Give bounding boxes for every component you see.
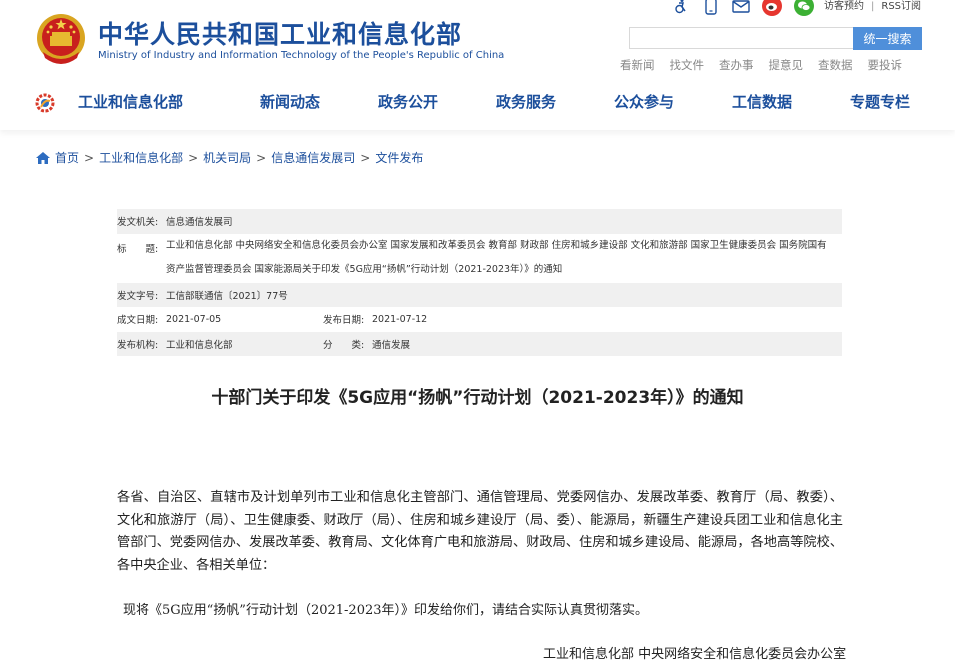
nav-item-ministry[interactable]: 工业和信息化部 [78,91,239,112]
quick-link-services[interactable]: 查办事 [719,57,754,73]
search-input[interactable] [629,27,853,49]
quick-link-complaint[interactable]: 要投诉 [868,57,903,73]
meta-title-line1: 工业和信息化部 中央网络安全和信息化委员会办公室 国家发展和改革委员会 教育部 … [166,239,827,251]
site-header: 中华人民共和国工业和信息化部 Ministry of Industry and … [0,0,955,130]
nav-item-gov-services[interactable]: 政务服务 [496,91,614,112]
meta-label: 发布日期: [323,315,365,327]
nav-item-gov-info[interactable]: 政务公开 [378,91,496,112]
quick-link-files[interactable]: 找文件 [670,57,705,73]
gear-logo-icon[interactable] [34,92,56,114]
meta-issuer: 信息通信发展司 [166,217,233,229]
meta-row-dates: 成文日期: 2021-07-05 发布日期: 2021-07-12 [117,307,842,332]
meta-label: 分 类: [323,339,365,351]
main-nav: 工业和信息化部 新闻动态 政务公开 政务服务 公众参与 工信数据 专题专栏 [78,91,910,112]
top-links: 访客预约 | RSS订阅 [824,0,921,12]
breadcrumb-separator: > [360,150,371,165]
weibo-icon[interactable] [762,0,782,16]
document-metadata: 发文机关: 信息通信发展司 标 题: 工业和信息化部 中央网络安全和信息化委员会… [117,209,842,356]
mobile-icon[interactable] [702,0,720,15]
breadcrumb-home[interactable]: 首页 [55,149,79,166]
meta-doc-no: 工信部联通信〔2021〕77号 [166,290,288,302]
search-button[interactable]: 统一搜索 [853,27,922,50]
meta-row-doc-no: 发文字号: 工信部联通信〔2021〕77号 [117,282,842,307]
nav-item-topics[interactable]: 专题专栏 [850,91,910,112]
meta-row-issuer: 发文机关: 信息通信发展司 [117,209,842,234]
breadcrumb-ministry[interactable]: 工业和信息化部 [99,149,183,166]
meta-label: 发文机关: [117,217,159,229]
national-emblem-icon[interactable] [35,12,87,66]
meta-title-line2: 资产监督管理委员会 国家能源局关于印发《5G应用“扬帆”行动计划（2021-20… [166,264,563,275]
breadcrumb: 首页 > 工业和信息化部 > 机关司局 > 信息通信发展司 > 文件发布 [36,149,423,166]
breadcrumb-separator: > [84,150,95,165]
meta-label: 发文字号: [117,290,159,302]
accessibility-icon[interactable] [672,0,690,15]
quick-link-data[interactable]: 查数据 [818,57,853,73]
nav-item-data[interactable]: 工信数据 [732,91,850,112]
breadcrumb-separator: > [256,150,267,165]
nav-item-news[interactable]: 新闻动态 [260,91,378,112]
divider: | [871,1,875,12]
breadcrumb-departments[interactable]: 机关司局 [203,149,251,166]
visitor-appointment-link[interactable]: 访客预约 [824,1,864,12]
mail-icon[interactable] [732,0,750,15]
rss-link[interactable]: RSS订阅 [881,1,921,12]
meta-publish-date: 2021-07-12 [372,313,428,325]
meta-label: 发布机构: [117,339,159,351]
meta-written-date: 2021-07-05 [166,313,222,325]
meta-title: 工业和信息化部 中央网络安全和信息化委员会办公室 国家发展和改革委员会 教育部 … [166,234,842,283]
top-icon-bar [672,0,814,17]
meta-row-title: 标 题: 工业和信息化部 中央网络安全和信息化委员会办公室 国家发展和改革委员会… [117,234,842,283]
breadcrumb-files[interactable]: 文件发布 [375,149,423,166]
document-signature: 工业和信息化部 中央网络安全和信息化委员会办公室 [543,647,847,662]
quick-links: 看新闻 找文件 查办事 提意见 查数据 要投诉 [620,57,902,73]
meta-label: 成文日期: [117,315,159,327]
quick-link-feedback[interactable]: 提意见 [769,57,804,73]
wechat-icon[interactable] [794,0,814,16]
ministry-name-en[interactable]: Ministry of Industry and Information Tec… [98,50,504,61]
document-paragraph-body: 现将《5G应用“扬帆”行动计划（2021-2023年）》印发给你们，请结合实际认… [123,603,649,618]
breadcrumb-ict-dept[interactable]: 信息通信发展司 [271,149,355,166]
quick-link-news[interactable]: 看新闻 [620,57,655,73]
meta-org: 工业和信息化部 [166,339,233,351]
breadcrumb-separator: > [188,150,199,165]
meta-row-org: 发布机构: 工业和信息化部 分 类: 通信发展 [117,331,842,356]
meta-category: 通信发展 [372,339,411,351]
document-paragraph-recipients: 各省、自治区、直辖市及计划单列市工业和信息化主管部门、通信管理局、党委网信办、发… [117,490,843,573]
meta-label: 标 题: [117,243,159,255]
nav-item-public[interactable]: 公众参与 [614,91,732,112]
ministry-name-cn[interactable]: 中华人民共和国工业和信息化部 [98,15,462,51]
home-icon[interactable] [36,151,50,164]
document-title: 十部门关于印发《5G应用“扬帆”行动计划（2021-2023年）》的通知 [211,388,744,408]
